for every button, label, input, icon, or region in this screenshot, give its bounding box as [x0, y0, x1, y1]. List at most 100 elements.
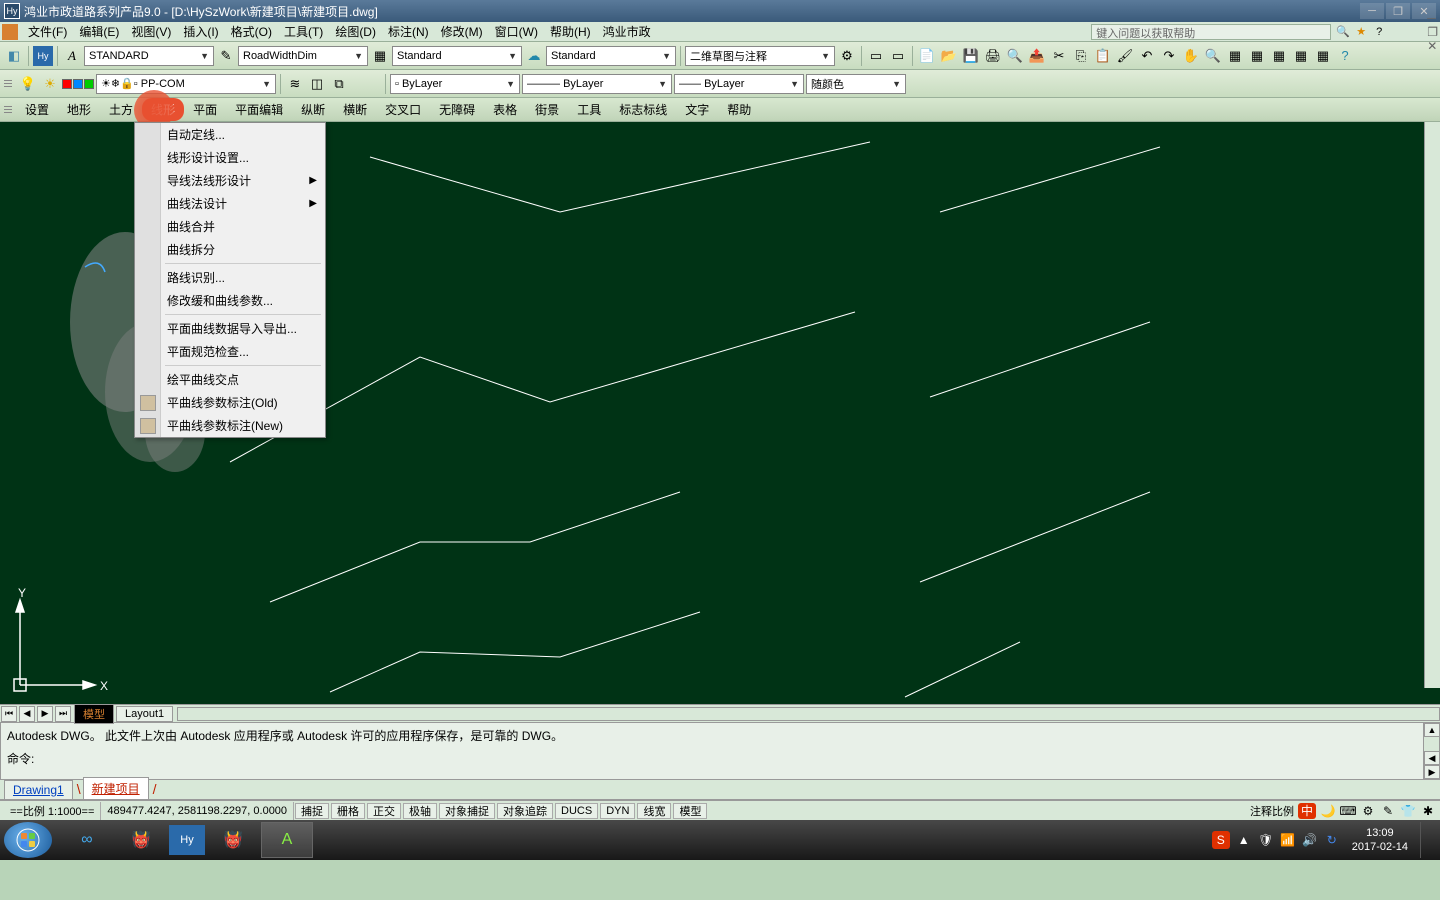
doctab-newproject[interactable]: 新建项目 — [83, 777, 149, 799]
paste-icon[interactable]: 📋 — [1093, 46, 1113, 66]
task-app-1[interactable]: ∞ — [61, 822, 113, 858]
table-style-combo[interactable]: Standard▼ — [392, 46, 522, 66]
save-icon[interactable]: 💾 — [961, 46, 981, 66]
sec-alignment[interactable]: 线形 — [142, 98, 184, 121]
linetype-combo[interactable]: ——— ByLayer▼ — [522, 74, 672, 94]
dd-spec-check[interactable]: 平面规范检查... — [135, 340, 325, 363]
sec-markings[interactable]: 标志标线 — [610, 98, 676, 121]
status-ortho[interactable]: 正交 — [367, 803, 401, 819]
status-grid[interactable]: 栅格 — [331, 803, 365, 819]
sheet-icon-4[interactable]: ▦ — [1291, 46, 1311, 66]
menu-tools[interactable]: 工具(T) — [278, 21, 329, 42]
sheet-icon-2[interactable]: ▦ — [1247, 46, 1267, 66]
tab-last-button[interactable]: ⏭ — [55, 706, 71, 722]
sec-tools[interactable]: 工具 — [568, 98, 610, 121]
tab-first-button[interactable]: ⏮ — [1, 706, 17, 722]
sun-icon[interactable]: ☀ — [40, 74, 60, 94]
gear-icon[interactable]: ⚙ — [837, 46, 857, 66]
text-style-combo[interactable]: STANDARD▼ — [84, 46, 214, 66]
menu-file[interactable]: 文件(F) — [22, 21, 73, 42]
sec-accessible[interactable]: 无障碍 — [430, 98, 484, 121]
sec-plan-edit[interactable]: 平面编辑 — [226, 98, 292, 121]
print-icon[interactable]: 🖨 — [983, 46, 1003, 66]
sec-plan[interactable]: 平面 — [184, 98, 226, 121]
tray-net-icon[interactable]: 📶 — [1280, 832, 1296, 848]
dd-route-recognize[interactable]: 路线识别... — [135, 266, 325, 289]
task-app-2[interactable]: 👹 — [115, 822, 167, 858]
undo-icon[interactable]: ↶ — [1137, 46, 1157, 66]
cmd-scroll-left[interactable]: ◀ — [1424, 751, 1439, 765]
help-icon-2[interactable]: ? — [1335, 46, 1355, 66]
cmd-scroll-up[interactable]: ▲ — [1424, 723, 1439, 737]
status-model[interactable]: 模型 — [673, 803, 707, 819]
tab-next-button[interactable]: ▶ — [37, 706, 53, 722]
sec-help[interactable]: 帮助 — [718, 98, 760, 121]
menu-help[interactable]: 帮助(H) — [544, 21, 597, 42]
preview-icon[interactable]: 🔍 — [1005, 46, 1025, 66]
help-icon[interactable]: ? — [1371, 24, 1387, 40]
dd-curve-merge[interactable]: 曲线合并 — [135, 215, 325, 238]
toolbar-grip[interactable] — [4, 75, 12, 93]
dd-curve-split[interactable]: 曲线拆分 — [135, 238, 325, 261]
pen-icon[interactable]: ✎ — [216, 46, 236, 66]
doc-restore-button[interactable]: ❐ — [1427, 25, 1438, 39]
menu-view[interactable]: 视图(V) — [125, 21, 177, 42]
status-lwt[interactable]: 线宽 — [637, 803, 671, 819]
status-scale[interactable]: ==比例 1:1000== — [4, 802, 101, 820]
open-icon[interactable]: 📂 — [939, 46, 959, 66]
bulb-icon[interactable]: 💡 — [18, 74, 38, 94]
publish-icon[interactable]: 📤 — [1027, 46, 1047, 66]
sec-terrain[interactable]: 地形 — [58, 98, 100, 121]
redo-icon[interactable]: ↷ — [1159, 46, 1179, 66]
menu-insert[interactable]: 插入(I) — [177, 21, 224, 42]
doctab-drawing1[interactable]: Drawing1 — [4, 780, 73, 799]
tab-prev-button[interactable]: ◀ — [19, 706, 35, 722]
new-icon[interactable]: 📄 — [917, 46, 937, 66]
dd-align-settings[interactable]: 线形设计设置... — [135, 146, 325, 169]
cmd-scroll-right[interactable]: ▶ — [1424, 765, 1439, 779]
sheet-icon-5[interactable]: ▦ — [1313, 46, 1333, 66]
command-scrollbar[interactable]: ▲ ◀ ▶ — [1423, 723, 1439, 779]
lineweight-combo[interactable]: —— ByLayer▼ — [674, 74, 804, 94]
status-otrack[interactable]: 对象追踪 — [497, 803, 553, 819]
menu-format[interactable]: 格式(O) — [225, 21, 278, 42]
menu-hongye[interactable]: 鸿业市政 — [597, 21, 657, 42]
copy-icon[interactable]: ⎘ — [1071, 46, 1091, 66]
dd-curve-annot-old[interactable]: 平曲线参数标注(Old) — [135, 391, 325, 414]
moon-icon[interactable]: 🌙 — [1320, 803, 1336, 819]
tray-flag-icon[interactable]: ▲ — [1236, 832, 1252, 848]
horizontal-scrollbar[interactable] — [177, 707, 1440, 721]
secmenu-grip[interactable] — [4, 101, 12, 119]
sec-profile[interactable]: 纵断 — [292, 98, 334, 121]
doc-minimize-button[interactable]: ─ — [1427, 11, 1438, 25]
keyboard-icon[interactable]: ⌨ — [1340, 803, 1356, 819]
dd-curve-annot-new[interactable]: 平曲线参数标注(New) — [135, 414, 325, 437]
dd-modify-spiral[interactable]: 修改缓和曲线参数... — [135, 289, 325, 312]
workspace-combo[interactable]: 二维草图与注释▼ — [685, 46, 835, 66]
ime-icon[interactable]: 中 — [1298, 803, 1316, 819]
menu-modify[interactable]: 修改(M) — [435, 21, 489, 42]
sheet-icon-3[interactable]: ▦ — [1269, 46, 1289, 66]
star-icon[interactable]: ★ — [1353, 24, 1369, 40]
wrench-icon[interactable]: ✱ — [1420, 803, 1436, 819]
zoom-icon[interactable]: 🔍 — [1203, 46, 1223, 66]
pan-icon[interactable]: ✋ — [1181, 46, 1201, 66]
help-search-input[interactable]: 键入问题以获取帮助 — [1091, 24, 1331, 40]
dd-auto-align[interactable]: 自动定线... — [135, 123, 325, 146]
match-icon[interactable]: 🖌 — [1115, 46, 1135, 66]
search-icon[interactable]: 🔍 — [1335, 24, 1351, 40]
tshirt-icon[interactable]: 👕 — [1400, 803, 1416, 819]
mleader-style-icon[interactable]: ☁ — [524, 46, 544, 66]
dd-traverse-design[interactable]: 导线法线形设计▶ — [135, 169, 325, 192]
tray-vol-icon[interactable]: 🔊 — [1302, 832, 1318, 848]
tray-shield-icon[interactable]: 🛡 — [1258, 832, 1274, 848]
doc-close-button[interactable]: ✕ — [1427, 39, 1438, 53]
status-snap[interactable]: 捕捉 — [295, 803, 329, 819]
sec-street[interactable]: 街景 — [526, 98, 568, 121]
menu-edit[interactable]: 编辑(E) — [73, 21, 125, 42]
tool-icon[interactable]: ◧ — [4, 46, 24, 66]
command-history[interactable]: Autodesk DWG。 此文件上次由 Autodesk 应用程序或 Auto… — [1, 723, 1439, 779]
sec-table[interactable]: 表格 — [484, 98, 526, 121]
tab-layout1[interactable]: Layout1 — [116, 706, 173, 722]
gear-icon-2[interactable]: ⚙ — [1360, 803, 1376, 819]
